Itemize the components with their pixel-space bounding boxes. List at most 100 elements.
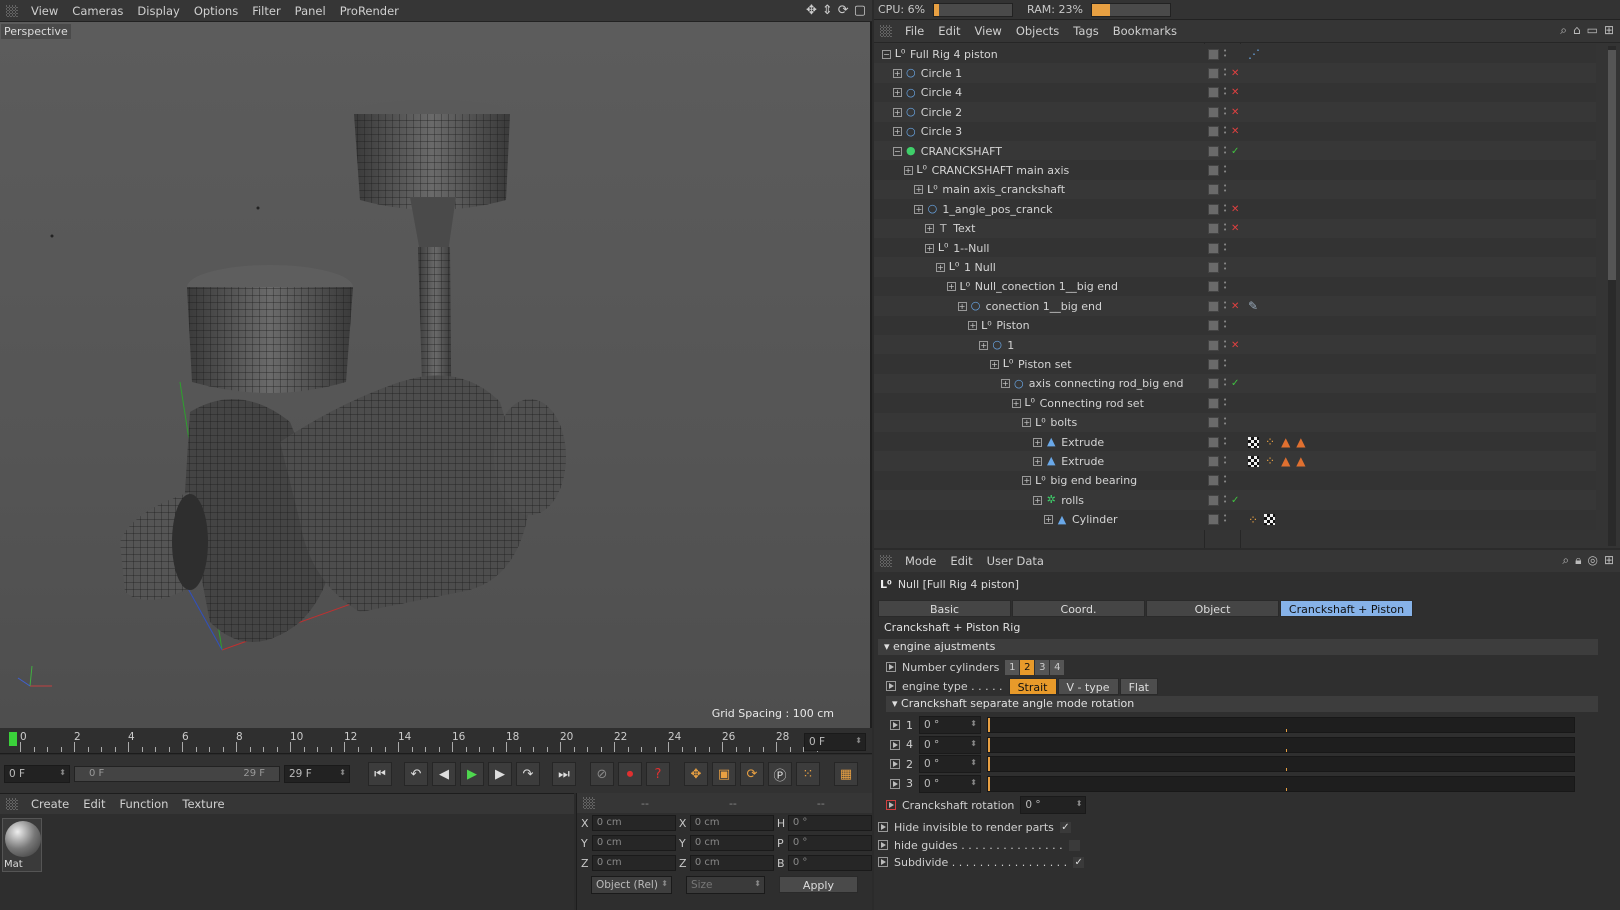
home-icon[interactable]: ⌂ xyxy=(1573,23,1581,38)
object-row[interactable]: + ▲ Extrude • • ⁘ ▲ ▲ xyxy=(874,432,1596,452)
visibility-dots-icon[interactable]: • • xyxy=(1223,280,1227,292)
expand-toggle-icon[interactable]: − xyxy=(882,49,891,59)
layer-icon[interactable] xyxy=(1208,67,1219,79)
layer-icon[interactable] xyxy=(1208,339,1219,351)
layer-icon[interactable] xyxy=(1208,417,1219,429)
visibility-dots-icon[interactable]: • • xyxy=(1223,319,1227,331)
attr-menu-mode[interactable]: Mode xyxy=(898,554,943,568)
layer-icon[interactable] xyxy=(1208,494,1219,506)
expand-toggle-icon[interactable]: + xyxy=(1022,418,1032,428)
layer-icon[interactable] xyxy=(1208,455,1219,467)
object-name[interactable]: Extrude xyxy=(1061,436,1104,449)
object-name[interactable]: Text xyxy=(953,222,975,235)
angle-slider[interactable] xyxy=(987,775,1575,792)
visibility-dots-icon[interactable]: • • xyxy=(1223,357,1227,370)
menu-display[interactable]: Display xyxy=(130,4,186,18)
object-name[interactable]: rolls xyxy=(1061,494,1084,507)
om-menu-edit[interactable]: Edit xyxy=(931,24,967,38)
object-name[interactable]: main axis_cranckshaft xyxy=(942,183,1065,196)
tag-mats-icon[interactable]: ⁘ ▲ ▲ xyxy=(1248,454,1306,468)
expand-toggle-icon[interactable]: + xyxy=(1022,476,1032,486)
expand-toggle-icon[interactable]: + xyxy=(1033,456,1043,466)
visibility-dots-icon[interactable]: • • xyxy=(1223,105,1227,118)
om-menu-objects[interactable]: Objects xyxy=(1009,24,1066,38)
expand-toggle-icon[interactable]: + xyxy=(892,88,902,98)
layer-icon[interactable] xyxy=(1208,48,1219,60)
disabled-x-icon[interactable]: ✕ xyxy=(1231,107,1239,118)
new-panel-icon[interactable]: ⊞ xyxy=(1604,553,1614,568)
coord-mode-dropdown[interactable]: Object (Rel) xyxy=(591,876,672,894)
object-row[interactable]: + ✲ rolls • • ✓ xyxy=(874,490,1596,511)
coord-value-field[interactable]: 0 ° xyxy=(787,835,872,851)
panel-grip-icon[interactable] xyxy=(6,4,18,17)
enabled-check-icon[interactable]: ✓ xyxy=(1231,378,1239,389)
key-pla-icon[interactable]: ⁙ xyxy=(796,762,820,786)
collapse-icon[interactable]: ▭ xyxy=(1587,23,1598,38)
visibility-dots-icon[interactable]: • • xyxy=(1223,474,1227,486)
tab-basic[interactable]: Basic xyxy=(878,600,1011,617)
tag-xpresso-icon[interactable]: ⋰ xyxy=(1248,47,1260,61)
expand-toggle-icon[interactable]: + xyxy=(979,340,989,350)
om-menu-file[interactable]: File xyxy=(898,24,931,38)
angle-value-field[interactable]: 0 ° xyxy=(919,716,981,734)
object-name[interactable]: Circle 2 xyxy=(921,106,962,119)
engine-type-button[interactable]: Strait xyxy=(1008,677,1057,695)
menu-prorender[interactable]: ProRender xyxy=(333,4,406,18)
coord-value-field[interactable]: 0 cm xyxy=(591,815,676,831)
layer-icon[interactable] xyxy=(1208,164,1219,176)
tag-mats-icon[interactable]: ⁘ ▲ ▲ xyxy=(1248,435,1306,449)
om-scrollbar[interactable] xyxy=(1608,46,1616,546)
tab-coord[interactable]: Coord. xyxy=(1012,600,1145,617)
layer-icon[interactable] xyxy=(1208,397,1219,409)
coord-value-field[interactable]: 0 cm xyxy=(591,835,676,851)
motion-record-icon[interactable]: ⊘ xyxy=(590,762,614,786)
disabled-x-icon[interactable]: ✕ xyxy=(1231,204,1239,215)
layer-icon[interactable] xyxy=(1208,87,1219,99)
visibility-dots-icon[interactable]: • • xyxy=(1223,396,1227,409)
disabled-x-icon[interactable]: ✕ xyxy=(1231,68,1239,79)
visibility-dots-icon[interactable]: • • xyxy=(1223,338,1227,351)
visibility-dots-icon[interactable]: • • xyxy=(1223,222,1227,234)
subdivide-checkbox[interactable]: ✓ xyxy=(1073,856,1085,868)
object-row[interactable]: + L⁰ 1 Null • • xyxy=(874,257,1596,278)
visibility-dots-icon[interactable]: • • xyxy=(1223,144,1227,157)
visibility-dots-icon[interactable]: • • xyxy=(1223,299,1227,312)
expand-toggle-icon[interactable]: + xyxy=(990,359,999,369)
layer-icon[interactable] xyxy=(1208,106,1219,118)
angle-slider[interactable] xyxy=(987,736,1575,753)
object-name[interactable]: Extrude xyxy=(1061,455,1104,468)
disabled-x-icon[interactable]: ✕ xyxy=(1231,223,1239,234)
cylinder-count-button[interactable]: 4 xyxy=(1050,659,1065,675)
section-engine-adjustments[interactable]: ▾ engine ajustments xyxy=(878,639,1598,655)
play-button[interactable]: ▶ xyxy=(460,762,484,786)
om-menu-view[interactable]: View xyxy=(968,24,1009,38)
material-swatch[interactable]: Mat xyxy=(2,818,42,872)
keyframe-toggle-icon[interactable] xyxy=(878,822,888,832)
menu-filter[interactable]: Filter xyxy=(245,4,287,18)
visibility-dots-icon[interactable]: • • xyxy=(1223,493,1227,506)
preview-range-slider[interactable]: 0 F 29 F xyxy=(74,766,280,782)
disabled-x-icon[interactable]: ✕ xyxy=(1231,126,1239,137)
enabled-check-icon[interactable]: ✓ xyxy=(1231,495,1239,506)
visibility-dots-icon[interactable]: • • xyxy=(1223,47,1227,60)
object-row[interactable]: + L⁰ Piston set • • xyxy=(874,354,1596,375)
angle-value-field[interactable]: 0 ° xyxy=(919,774,981,793)
visibility-dots-icon[interactable]: • • xyxy=(1223,454,1227,467)
hide-guides-checkbox[interactable] xyxy=(1068,839,1080,851)
enabled-check-icon[interactable]: ✓ xyxy=(1231,146,1239,157)
search-icon[interactable]: ⌕ xyxy=(1560,23,1567,38)
layer-icon[interactable] xyxy=(1208,281,1219,293)
object-name[interactable]: 1 xyxy=(1007,339,1014,352)
object-name[interactable]: Null_conection 1__big end xyxy=(975,280,1118,293)
expand-toggle-icon[interactable]: + xyxy=(946,282,956,292)
crankshaft-rotation-field[interactable]: 0 ° xyxy=(1020,796,1087,814)
engine-model[interactable] xyxy=(0,22,872,728)
tab-crankshaft-rig[interactable]: Cranckshaft + Piston Rig xyxy=(1280,600,1413,633)
object-name[interactable]: 1_angle_pos_cranck xyxy=(942,203,1052,216)
object-name[interactable]: bolts xyxy=(1050,416,1077,429)
expand-toggle-icon[interactable]: + xyxy=(925,243,935,253)
coord-value-field[interactable]: 0 cm xyxy=(689,815,774,831)
menu-options[interactable]: Options xyxy=(187,4,245,18)
next-key-button[interactable]: ↷ xyxy=(516,762,540,786)
keyframe-toggle-icon[interactable] xyxy=(886,662,896,672)
